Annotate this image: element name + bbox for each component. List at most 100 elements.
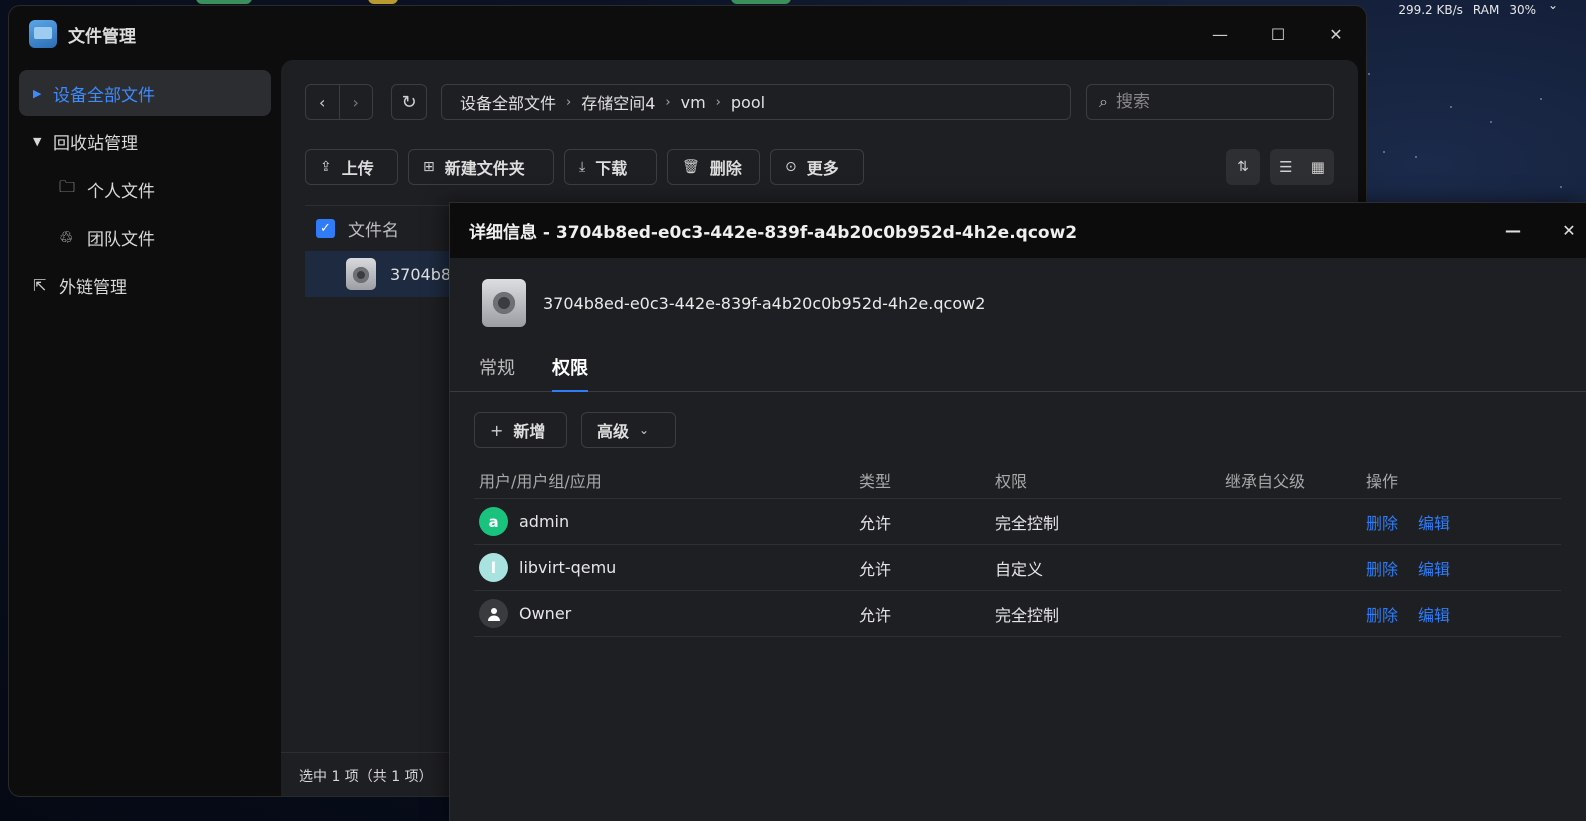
table-row: Owner 允许 完全控制 删除 编辑 xyxy=(474,591,1561,637)
more-icon: ⊙ xyxy=(785,159,797,175)
delete-label: 删除 xyxy=(709,159,742,178)
ram-value: 30% xyxy=(1509,3,1536,17)
sidebar-item-recycle-bin[interactable]: ▼ 回收站管理 xyxy=(19,118,271,164)
principal-name: libvirt-qemu xyxy=(519,558,617,577)
permissions-table: 用户/用户组/应用 类型 权限 继承自父级 操作 a admin 允许 完全控制… xyxy=(474,461,1561,637)
file-manager-app-icon xyxy=(29,20,57,48)
star xyxy=(1540,98,1542,100)
column-header: 操作 xyxy=(1366,471,1399,491)
download-icon: ⤓ xyxy=(579,159,586,175)
select-all-checkbox[interactable]: ✓ xyxy=(316,219,335,238)
sort-icon[interactable]: ⇅ xyxy=(1226,149,1260,185)
breadcrumb-item[interactable]: vm xyxy=(681,93,706,112)
more-label: 更多 xyxy=(806,159,839,178)
breadcrumb-item[interactable]: pool xyxy=(731,93,765,112)
search-box: ⌕ xyxy=(1086,84,1334,120)
navigation-row: ‹ › ↻ 设备全部文件 › 存储空间4 › vm › pool ⌕ xyxy=(305,84,1334,120)
titlebar: 文件管理 — ☐ ✕ xyxy=(9,6,1366,62)
caret-right-icon: ▶ xyxy=(33,86,42,100)
star xyxy=(1383,151,1385,153)
caret-down-icon: ▼ xyxy=(33,134,42,148)
delete-link[interactable]: 删除 xyxy=(1366,602,1398,626)
sidebar-item-personal-files[interactable]: 🗀 个人文件 xyxy=(19,166,271,212)
star xyxy=(1490,121,1492,123)
dialog-file-name: 3704b8ed-e0c3-442e-839f-a4b20c0b952d-4h2… xyxy=(543,293,986,313)
new-folder-button[interactable]: ⊞ 新建文件夹 xyxy=(408,149,554,185)
list-view-icon[interactable]: ☰ xyxy=(1279,158,1292,176)
column-header-name[interactable]: 文件名 xyxy=(348,216,399,241)
person-icon xyxy=(479,599,508,628)
folder-icon: 🗀 xyxy=(59,176,76,196)
actions-cell: 删除 编辑 xyxy=(1366,499,1470,544)
breadcrumb-item[interactable]: 设备全部文件 xyxy=(460,90,556,114)
advanced-button[interactable]: 高级 ⌄ xyxy=(581,412,676,448)
ram-label: RAM xyxy=(1472,3,1500,17)
more-button[interactable]: ⊙ 更多 xyxy=(770,149,864,185)
star xyxy=(1450,106,1452,108)
column-header: 继承自父级 xyxy=(1225,471,1306,491)
type-cell: 允许 xyxy=(859,605,892,625)
principal-cell: a admin xyxy=(479,499,569,544)
sidebar-item-team-files[interactable]: ♲ 团队文件 xyxy=(19,214,271,260)
share-link-icon: ⇱ xyxy=(33,275,47,295)
chevron-right-icon: › xyxy=(715,94,721,110)
maximize-icon[interactable]: ☐ xyxy=(1258,20,1298,48)
delete-link[interactable]: 删除 xyxy=(1366,556,1398,580)
sidebar-item-label: 个人文件 xyxy=(87,181,155,202)
search-icon: ⌕ xyxy=(1099,92,1108,111)
sidebar-item-label: 设备全部文件 xyxy=(53,85,155,106)
dialog-titlebar: 详细信息 - 3704b8ed-e0c3-442e-839f-a4b20c0b9… xyxy=(450,203,1586,258)
search-input[interactable] xyxy=(1115,92,1306,112)
star xyxy=(1415,156,1417,158)
close-icon[interactable]: ✕ xyxy=(1316,20,1356,48)
avatar: a xyxy=(479,507,508,536)
sidebar-item-label: 回收站管理 xyxy=(53,133,138,154)
upload-icon: ⇪ xyxy=(320,159,332,175)
column-header: 权限 xyxy=(995,471,1028,491)
dialog-tabs: 常规 权限 xyxy=(450,348,1586,392)
table-row: l libvirt-qemu 允许 自定义 删除 编辑 xyxy=(474,545,1561,591)
history-buttons: ‹ › xyxy=(305,84,373,120)
tab-permissions[interactable]: 权限 xyxy=(552,354,588,392)
grid-view-icon[interactable]: ▦ xyxy=(1311,158,1325,176)
upload-label: 上传 xyxy=(341,159,374,178)
principal-cell: l libvirt-qemu xyxy=(479,545,616,590)
new-folder-label: 新建文件夹 xyxy=(444,159,525,178)
delete-link[interactable]: 删除 xyxy=(1366,510,1398,534)
sidebar-item-share-links[interactable]: ⇱ 外链管理 xyxy=(19,262,271,308)
close-icon[interactable]: ✕ xyxy=(1552,215,1586,245)
delete-button[interactable]: 🗑 删除 xyxy=(667,149,760,185)
plus-icon: + xyxy=(490,420,504,440)
details-dialog: 详细信息 - 3704b8ed-e0c3-442e-839f-a4b20c0b9… xyxy=(449,202,1586,821)
tab-general[interactable]: 常规 xyxy=(479,354,515,392)
dialog-controls: — ✕ xyxy=(1496,215,1586,245)
sidebar-item-all-files[interactable]: ▶ 设备全部文件 xyxy=(19,70,271,116)
column-header: 类型 xyxy=(859,471,892,491)
edit-link[interactable]: 编辑 xyxy=(1418,510,1450,534)
app-title: 文件管理 xyxy=(68,26,136,47)
edit-link[interactable]: 编辑 xyxy=(1418,556,1450,580)
toolbar: ⇪ 上传 ⊞ 新建文件夹 ⤓ 下载 🗑 删除 ⊙ 更多 ⇅ ☰ ▦ xyxy=(305,149,1334,185)
refresh-icon[interactable]: ↻ xyxy=(391,84,427,120)
actions-cell: 删除 编辑 xyxy=(1366,591,1470,636)
chevron-right-icon: › xyxy=(566,94,572,110)
permission-cell: 完全控制 xyxy=(995,513,1060,533)
edit-link[interactable]: 编辑 xyxy=(1418,602,1450,626)
sidebar: ▶ 设备全部文件 ▼ 回收站管理 🗀 个人文件 ♲ 团队文件 ⇱ 外链管理 xyxy=(19,70,271,310)
star xyxy=(1560,186,1562,188)
breadcrumb-item[interactable]: 存储空间4 xyxy=(581,90,655,114)
back-icon[interactable]: ‹ xyxy=(306,85,339,119)
minimize-icon[interactable]: — xyxy=(1200,20,1240,48)
forward-icon[interactable]: › xyxy=(338,85,373,119)
chevron-down-icon[interactable]: ⌄ xyxy=(1548,0,1558,12)
download-button[interactable]: ⤓ 下载 xyxy=(564,149,657,185)
sidebar-item-label: 外链管理 xyxy=(59,277,127,298)
team-icon: ♲ xyxy=(59,227,74,247)
dialog-title: 详细信息 - 3704b8ed-e0c3-442e-839f-a4b20c0b9… xyxy=(469,223,1078,243)
download-label: 下载 xyxy=(595,159,628,178)
minimize-icon[interactable]: — xyxy=(1496,215,1530,245)
upload-button[interactable]: ⇪ 上传 xyxy=(305,149,398,185)
file-list-header: ✓ 文件名 xyxy=(305,205,465,251)
column-header: 用户/用户组/应用 xyxy=(479,471,602,491)
add-permission-button[interactable]: + 新增 xyxy=(474,412,567,448)
